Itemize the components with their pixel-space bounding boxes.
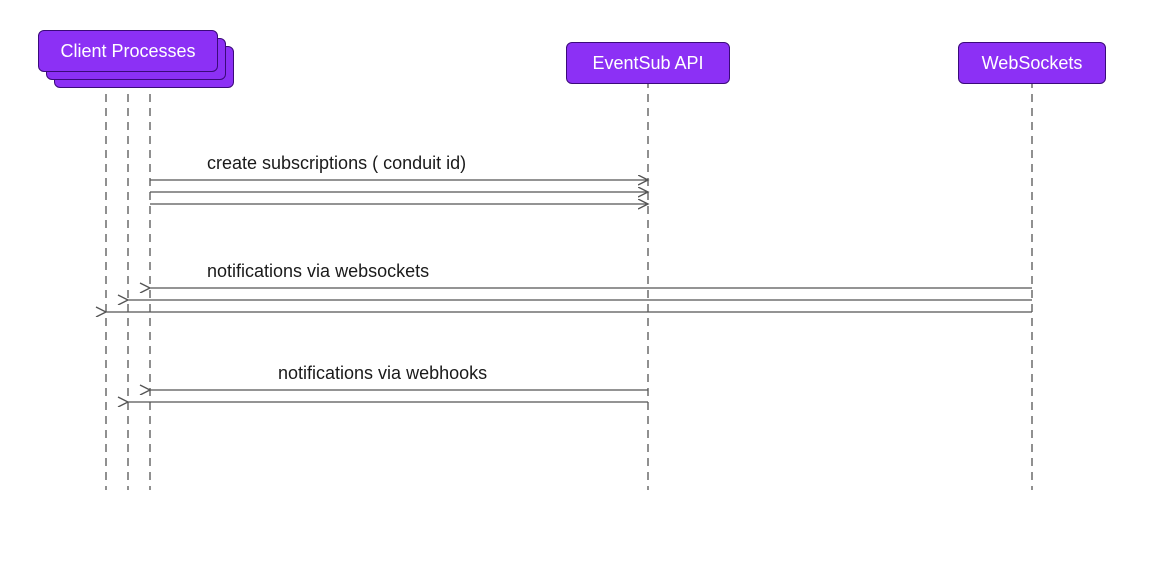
actor-eventsub-label: EventSub API [592, 53, 703, 74]
actor-websockets-label: WebSockets [982, 53, 1083, 74]
actor-client: Client Processes [38, 30, 218, 72]
label-notifications-websockets: notifications via websockets [207, 261, 429, 282]
actor-client-label: Client Processes [60, 41, 195, 62]
label-create-subscriptions: create subscriptions ( conduit id) [207, 153, 466, 174]
sequence-diagram: Client Processes EventSub API WebSockets… [0, 0, 1167, 570]
actor-websockets: WebSockets [958, 42, 1106, 84]
label-notifications-webhooks: notifications via webhooks [278, 363, 487, 384]
actor-eventsub: EventSub API [566, 42, 730, 84]
